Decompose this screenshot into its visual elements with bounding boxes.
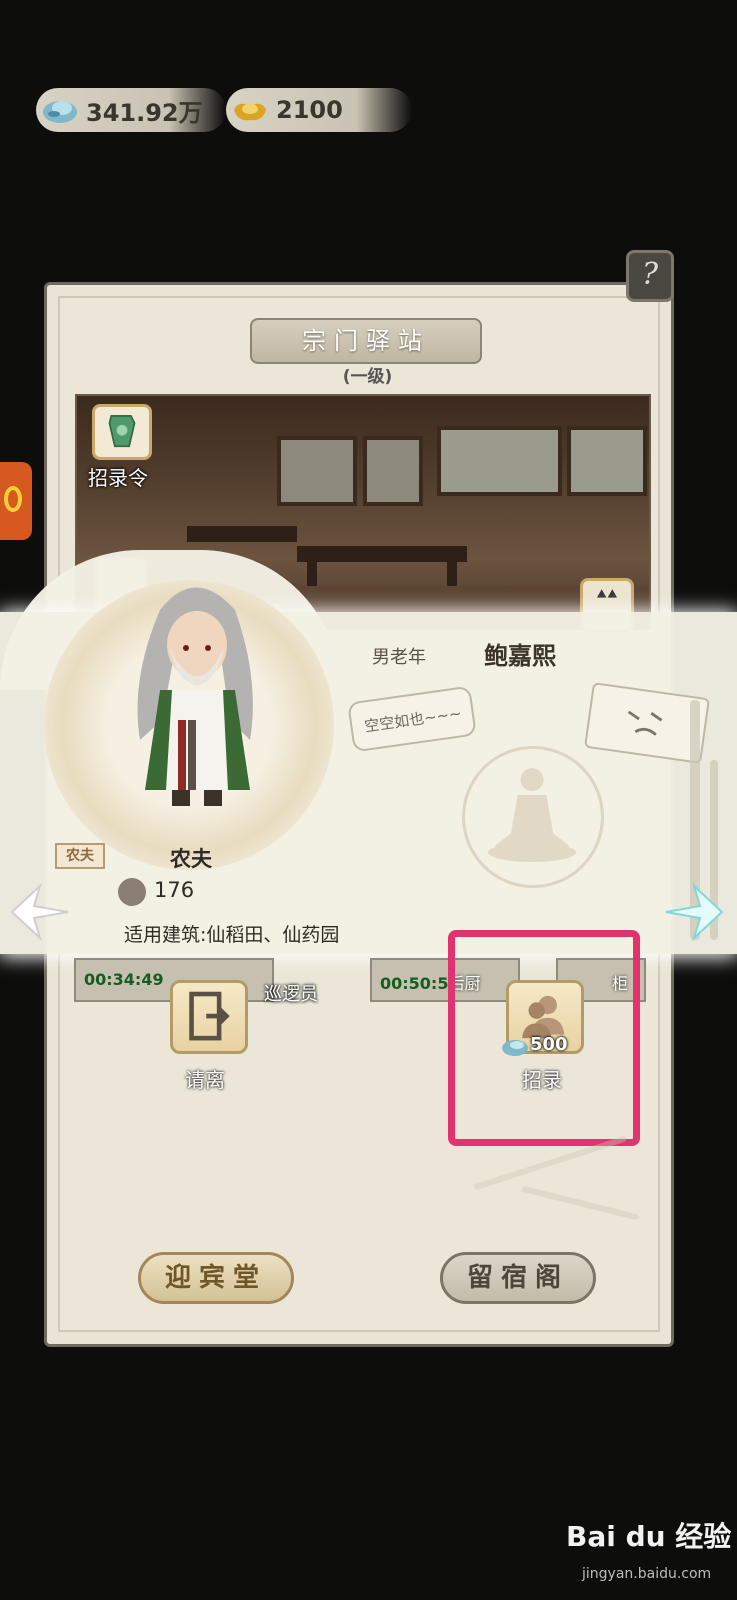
recruit-token-label: 招录令	[88, 466, 148, 490]
next-character-arrow-icon[interactable]	[664, 882, 724, 942]
upgrade-arrows-icon	[596, 589, 618, 598]
spirit-stone-icon	[43, 101, 77, 123]
scene-window	[437, 426, 562, 496]
scene-window	[567, 426, 647, 496]
baidu-watermark: Bai du 经验	[566, 1520, 732, 1553]
character-name: 鲍嘉熙	[484, 642, 556, 670]
job-name: 农夫	[170, 847, 212, 871]
scene-table	[187, 526, 297, 542]
power-fist-icon	[118, 878, 146, 906]
prev-character-arrow-icon[interactable]	[10, 882, 70, 942]
dismiss-button[interactable]	[170, 980, 248, 1054]
job-tag: 农夫	[55, 843, 105, 869]
dismiss-label: 请离	[185, 1068, 225, 1092]
suitable-buildings: 适用建筑:仙稻田、仙药园	[124, 924, 340, 946]
character-portrait	[137, 587, 253, 806]
panel-title: 宗门驿站	[250, 318, 482, 364]
worker-role: 巡逻员	[264, 984, 318, 1005]
baidu-watermark-url: jingyan.baidu.com	[582, 1566, 712, 1582]
scene-table	[297, 546, 467, 562]
spirit-stone-value: 341.92万	[86, 98, 203, 127]
lodging-hall-button[interactable]: 留宿阁	[440, 1252, 596, 1304]
meditation-slot	[462, 746, 604, 888]
scene-window	[277, 436, 357, 506]
help-button[interactable]: ?	[626, 250, 674, 302]
currency-gold: 2100	[226, 88, 412, 132]
power-value: 176	[154, 878, 195, 902]
gold-ingot-icon	[234, 103, 266, 121]
currency-spirit-stone: 341.92万	[36, 88, 226, 132]
exit-door-icon	[189, 991, 230, 1041]
speech-text: 空空如也~~~	[363, 704, 463, 736]
worker-timer: 00:50:5	[380, 974, 449, 993]
meditating-figure-icon	[487, 768, 577, 863]
guest-hall-button[interactable]: 迎宾堂	[138, 1252, 294, 1304]
help-icon: ?	[641, 257, 659, 292]
recruit-highlight-box	[448, 930, 640, 1146]
scene-window	[363, 436, 423, 506]
recruit-token-button[interactable]	[92, 404, 152, 460]
jade-token-icon	[108, 415, 136, 448]
gold-value: 2100	[276, 96, 343, 124]
panel-level: (一级)	[342, 367, 393, 387]
worker-timer: 00:34:49	[84, 970, 164, 989]
character-gender-age: 男老年	[372, 647, 426, 668]
side-event-icon[interactable]	[0, 462, 32, 540]
